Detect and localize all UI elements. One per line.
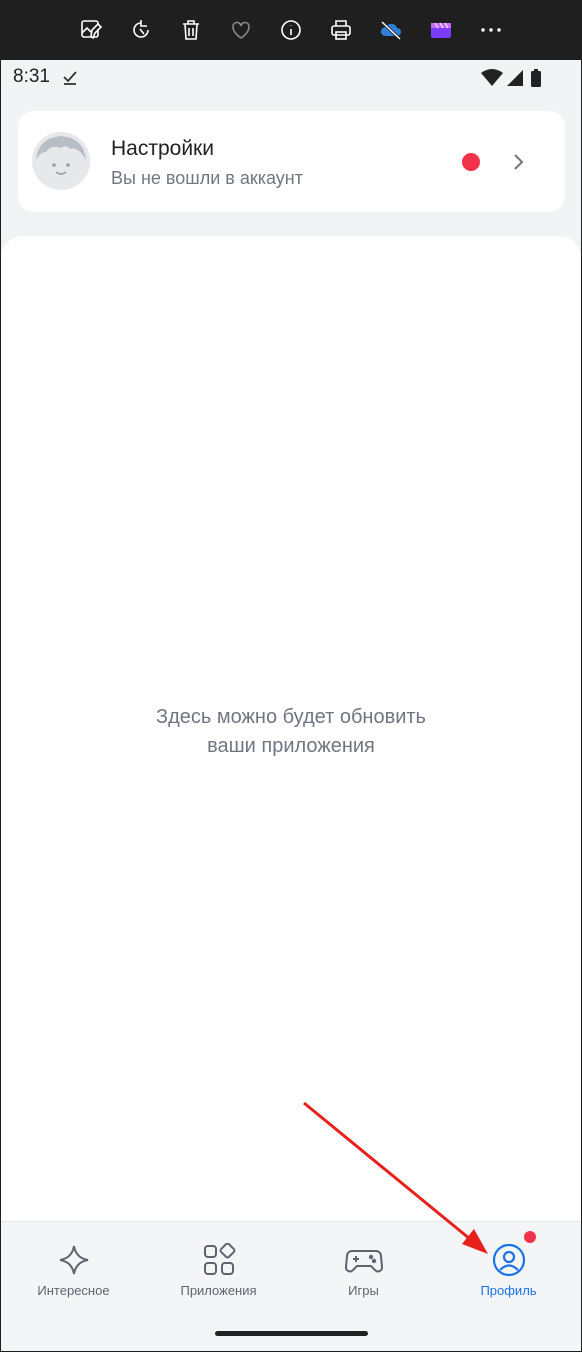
nav-label: Приложения xyxy=(180,1283,257,1298)
nav-item-games[interactable]: Игры xyxy=(291,1222,436,1322)
gamepad-icon xyxy=(345,1250,383,1273)
image-viewer-toolbar xyxy=(0,0,582,60)
account-status-text: Вы не вошли в аккаунт xyxy=(111,168,303,188)
clipchamp-icon[interactable] xyxy=(429,18,453,42)
nav-item-profile[interactable]: Профиль xyxy=(436,1222,581,1322)
print-icon[interactable] xyxy=(329,18,353,42)
updates-panel: Здесь можно будет обновить ваши приложен… xyxy=(1,236,581,1226)
notification-dot xyxy=(462,153,480,171)
profile-icon xyxy=(492,1243,526,1277)
nav-label: Игры xyxy=(348,1283,379,1298)
settings-title: Настройки xyxy=(111,137,214,160)
delete-icon[interactable] xyxy=(179,18,203,42)
profile-notification-badge xyxy=(524,1231,536,1243)
nav-label: Интересное xyxy=(37,1283,110,1298)
empty-state-line-2: ваши приложения xyxy=(207,735,375,757)
checkmark-icon xyxy=(63,71,77,85)
nav-label: Профиль xyxy=(480,1283,537,1298)
apps-grid-icon xyxy=(204,1243,236,1275)
chevron-right-icon xyxy=(514,154,524,170)
empty-state-line-1: Здесь можно будет обновить xyxy=(156,706,426,728)
nav-item-apps[interactable]: Приложения xyxy=(146,1222,291,1322)
empty-state-message: Здесь можно будет обновить ваши приложен… xyxy=(1,703,581,761)
settings-card[interactable]: Настройки Вы не вошли в аккаунт xyxy=(18,111,565,212)
nav-item-interesting[interactable]: Интересное xyxy=(1,1222,146,1322)
info-icon[interactable] xyxy=(279,18,303,42)
rotate-icon[interactable] xyxy=(129,18,153,42)
favorite-icon[interactable] xyxy=(229,18,253,42)
more-icon[interactable] xyxy=(479,18,503,42)
onedrive-off-icon[interactable] xyxy=(379,18,403,42)
signal-icon xyxy=(507,70,523,86)
status-bar: 8:31 xyxy=(0,60,582,96)
status-time: 8:31 xyxy=(13,66,50,87)
wifi-icon xyxy=(481,69,503,86)
sparkle-icon xyxy=(59,1245,89,1275)
home-indicator[interactable] xyxy=(215,1331,368,1336)
avatar-placeholder-icon xyxy=(32,132,90,190)
edit-image-icon[interactable] xyxy=(79,18,103,42)
battery-icon xyxy=(531,71,541,87)
